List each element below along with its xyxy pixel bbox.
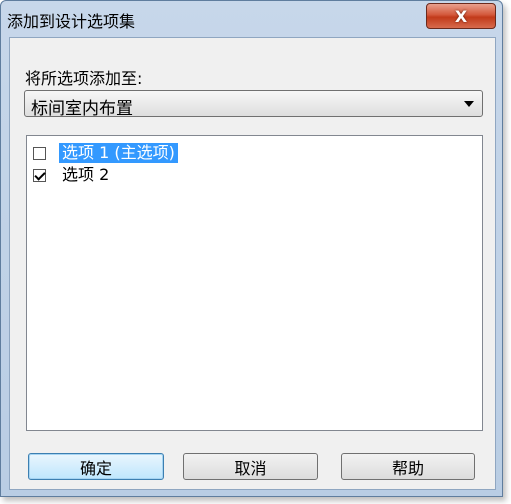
close-icon: X [454, 6, 468, 26]
list-item-option-2[interactable]: 选项 2 [33, 165, 112, 185]
chevron-down-icon[interactable] [464, 101, 474, 107]
option-1-checkbox[interactable] [33, 146, 46, 160]
help-button[interactable]: 帮助 [341, 453, 475, 480]
list-item-option-1[interactable]: 选项 1 (主选项) [33, 143, 178, 163]
option-set-value: 标间室内布置 [31, 99, 133, 119]
ok-button[interactable]: 确定 [28, 453, 164, 480]
options-list[interactable]: 选项 1 (主选项) 选项 2 [26, 135, 483, 431]
option-set-dropdown[interactable]: 标间室内布置 [24, 90, 483, 119]
option-2-checkbox[interactable] [33, 168, 46, 182]
title-bar[interactable]: 添加到设计选项集 X [1, 1, 502, 37]
close-button[interactable]: X [426, 3, 496, 29]
add-to-label: 将所选项添加至: [25, 69, 143, 88]
dialog-window: 添加到设计选项集 X 将所选项添加至: 标间室内布置 选项 1 (主选项) 选项… [0, 0, 503, 497]
dialog-title: 添加到设计选项集 [7, 12, 136, 31]
option-2-label[interactable]: 选项 2 [59, 165, 112, 185]
dialog-body: 将所选项添加至: 标间室内布置 选项 1 (主选项) 选项 2 确定 取消 帮助 [9, 37, 496, 490]
option-1-label[interactable]: 选项 1 (主选项) [59, 143, 178, 163]
cancel-button[interactable]: 取消 [183, 453, 318, 480]
